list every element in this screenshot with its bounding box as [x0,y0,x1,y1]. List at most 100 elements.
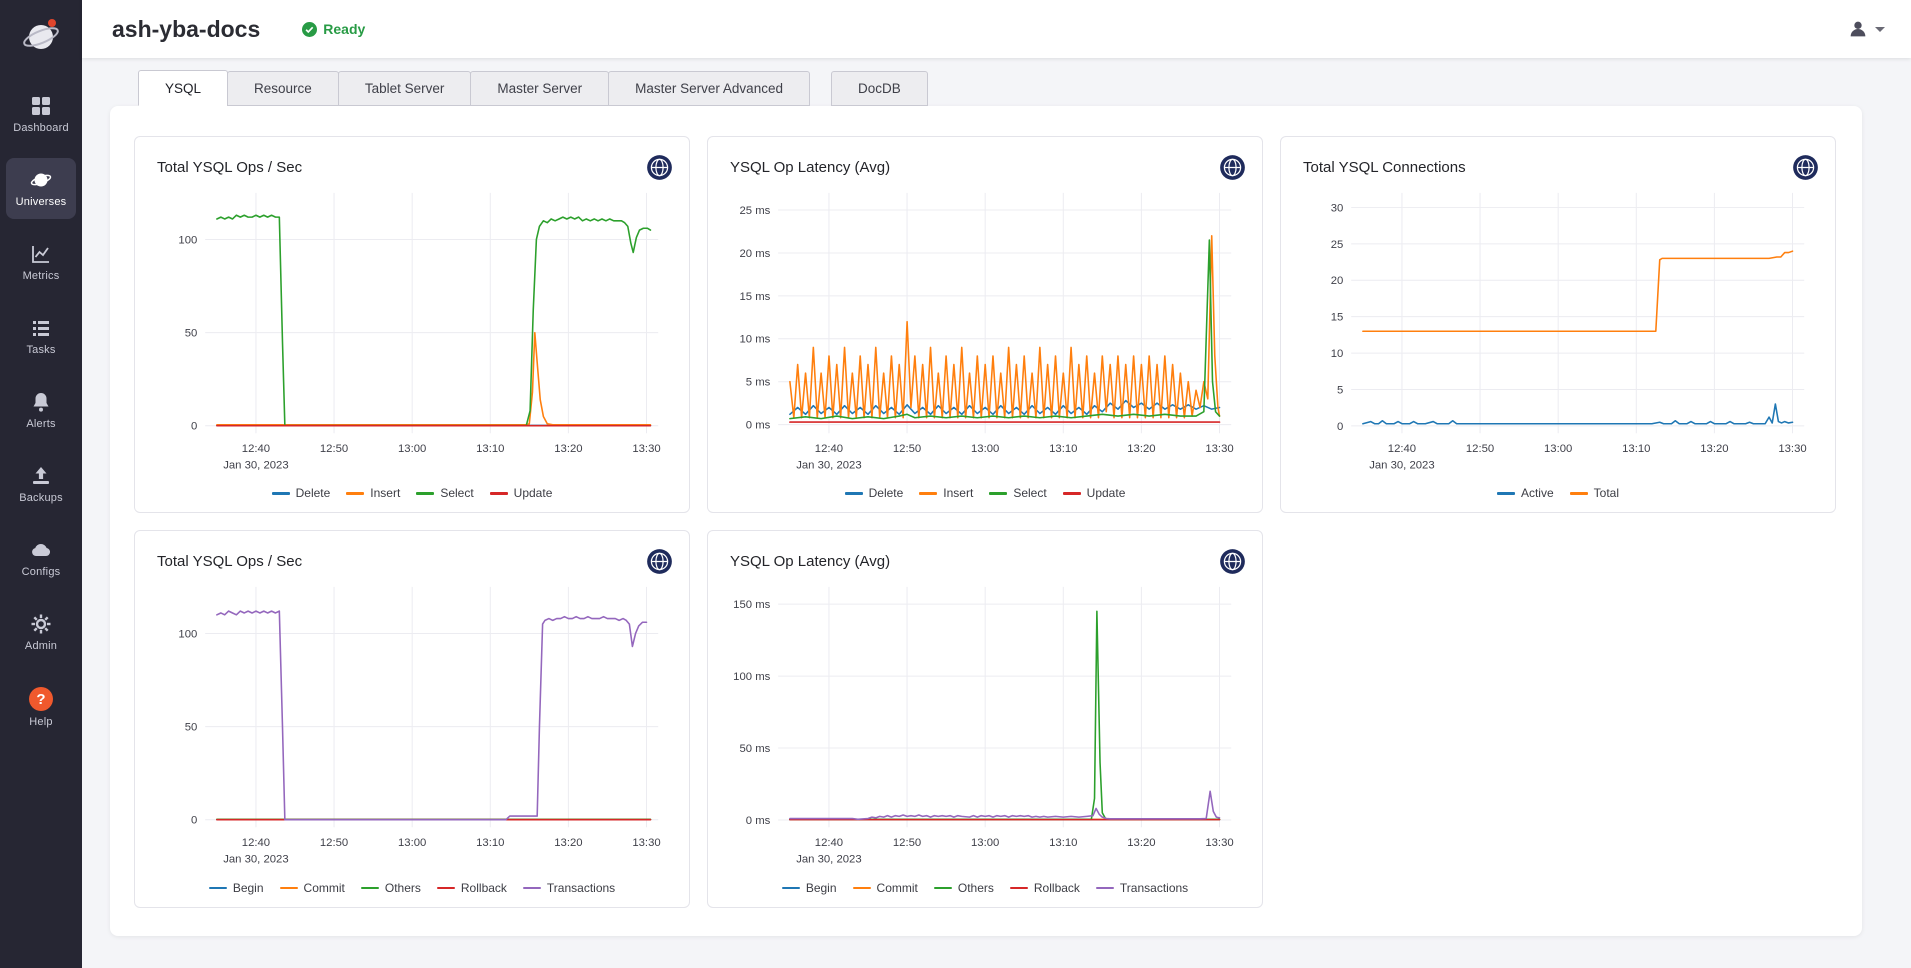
svg-text:12:50: 12:50 [893,443,921,455]
legend-item-active[interactable]: Active [1497,486,1554,500]
svg-text:13:20: 13:20 [554,443,582,455]
legend-item-commit[interactable]: Commit [853,881,918,895]
sidebar-item-label: Universes [16,196,67,208]
chart-legend: Delete Insert Select Update [151,480,673,502]
svg-text:25: 25 [1331,239,1344,251]
chart-title: Total YSQL Ops / Sec [151,159,302,176]
legend-item-rollback[interactable]: Rollback [437,881,507,895]
connections-chart-plot[interactable]: 12:4012:5013:0013:1013:2013:30Jan 30, 20… [1297,185,1819,480]
dashboard-icon [30,95,52,117]
transactions-ops-chart-plot[interactable]: 12:4012:5013:0013:1013:2013:30Jan 30, 20… [151,579,673,874]
sidebar-item-configs[interactable]: Configs [6,528,76,589]
legend-swatch [782,887,800,890]
legend-item-others[interactable]: Others [934,881,994,895]
svg-text:13:30: 13:30 [632,443,660,455]
legend-item-select[interactable]: Select [989,486,1046,500]
legend-item-delete[interactable]: Delete [272,486,331,500]
legend-item-begin[interactable]: Begin [782,881,837,895]
svg-text:12:40: 12:40 [242,837,270,849]
backup-upload-icon [30,465,52,487]
svg-text:10: 10 [1331,348,1344,360]
user-menu[interactable] [1847,18,1885,40]
svg-text:13:30: 13:30 [632,837,660,849]
latency-chart-plot[interactable]: 12:4012:5013:0013:1013:2013:30Jan 30, 20… [724,185,1246,480]
legend-swatch [934,887,952,890]
sidebar-item-metrics[interactable]: Metrics [6,232,76,293]
ops-sec-chart-plot[interactable]: 12:4012:5013:0013:1013:2013:30Jan 30, 20… [151,185,673,480]
svg-text:100: 100 [178,629,197,641]
sidebar-item-backups[interactable]: Backups [6,454,76,515]
sidebar-item-label: Metrics [23,270,60,282]
tab-ysql[interactable]: YSQL [138,70,228,106]
svg-text:100: 100 [178,234,197,246]
globe-icon[interactable] [646,548,673,575]
legend-item-insert[interactable]: Insert [346,486,400,500]
charts-grid: Total YSQL Ops / Sec 12:4012:5013:0013:1… [134,136,1842,908]
sidebar-item-help[interactable]: ? Help [6,676,76,739]
universe-title: ash-yba-docs [112,16,260,43]
sidebar-item-dashboard[interactable]: Dashboard [6,84,76,145]
sidebar-item-label: Backups [19,492,63,504]
main-area: ash-yba-docs Ready YSQL Resource Tablet … [82,0,1911,968]
svg-text:5: 5 [1337,384,1343,396]
legend-item-commit[interactable]: Commit [280,881,345,895]
legend-swatch [523,887,541,890]
app-root: Dashboard Universes Metrics [0,0,1911,968]
legend-item-select[interactable]: Select [416,486,473,500]
globe-icon[interactable] [1219,548,1246,575]
svg-text:100 ms: 100 ms [733,672,770,684]
legend-item-transactions[interactable]: Transactions [1096,881,1188,895]
globe-icon[interactable] [646,154,673,181]
svg-text:13:00: 13:00 [1544,443,1572,455]
chart-card-total-ysql-ops-1: Total YSQL Ops / Sec 12:4012:5013:0013:1… [134,136,690,513]
svg-text:0: 0 [1337,421,1343,433]
svg-text:50 ms: 50 ms [739,743,770,755]
tab-master-server[interactable]: Master Server [470,71,609,106]
legend-swatch [280,887,298,890]
yugabyte-logo[interactable] [0,0,82,70]
legend-item-insert[interactable]: Insert [919,486,973,500]
status-badge: Ready [302,21,365,37]
tab-master-server-advanced[interactable]: Master Server Advanced [608,71,810,106]
legend-swatch [989,492,1007,495]
sidebar-item-admin[interactable]: Admin [6,602,76,663]
sidebar-item-tasks[interactable]: Tasks [6,306,76,367]
sidebar-item-universes[interactable]: Universes [6,158,76,219]
legend-item-update[interactable]: Update [1063,486,1126,500]
tab-resource[interactable]: Resource [227,71,339,106]
svg-text:13:20: 13:20 [1700,443,1728,455]
cloud-icon [30,539,52,561]
transactions-latency-chart-plot[interactable]: 12:4012:5013:0013:1013:2013:30Jan 30, 20… [724,579,1246,874]
legend-swatch [361,887,379,890]
globe-icon[interactable] [1219,154,1246,181]
legend-item-others[interactable]: Others [361,881,421,895]
svg-text:50: 50 [185,722,198,734]
legend-item-transactions[interactable]: Transactions [523,881,615,895]
sidebar-nav: Dashboard Universes Metrics [0,84,82,751]
globe-icon[interactable] [1792,154,1819,181]
legend-item-update[interactable]: Update [490,486,553,500]
legend-swatch [1010,887,1028,890]
tab-docdb[interactable]: DocDB [831,71,928,106]
legend-swatch [1570,492,1588,495]
metrics-tabs: YSQL Resource Tablet Server Master Serve… [138,70,1911,106]
legend-item-rollback[interactable]: Rollback [1010,881,1080,895]
legend-item-total[interactable]: Total [1570,486,1619,500]
svg-text:12:50: 12:50 [320,443,348,455]
tab-tablet-server[interactable]: Tablet Server [338,71,472,106]
sidebar-item-alerts[interactable]: Alerts [6,380,76,441]
svg-text:20: 20 [1331,275,1344,287]
universe-icon [30,169,52,191]
svg-text:25 ms: 25 ms [739,205,770,217]
gear-icon [30,613,52,635]
sidebar-item-label: Help [29,716,52,728]
legend-swatch [1096,887,1114,890]
svg-text:13:10: 13:10 [1622,443,1650,455]
legend-item-begin[interactable]: Begin [209,881,264,895]
svg-text:5 ms: 5 ms [746,377,771,389]
legend-item-delete[interactable]: Delete [845,486,904,500]
svg-text:Jan 30, 2023: Jan 30, 2023 [796,854,861,866]
chart-title: YSQL Op Latency (Avg) [724,553,890,570]
svg-text:13:10: 13:10 [476,443,504,455]
svg-text:Jan 30, 2023: Jan 30, 2023 [223,854,288,866]
